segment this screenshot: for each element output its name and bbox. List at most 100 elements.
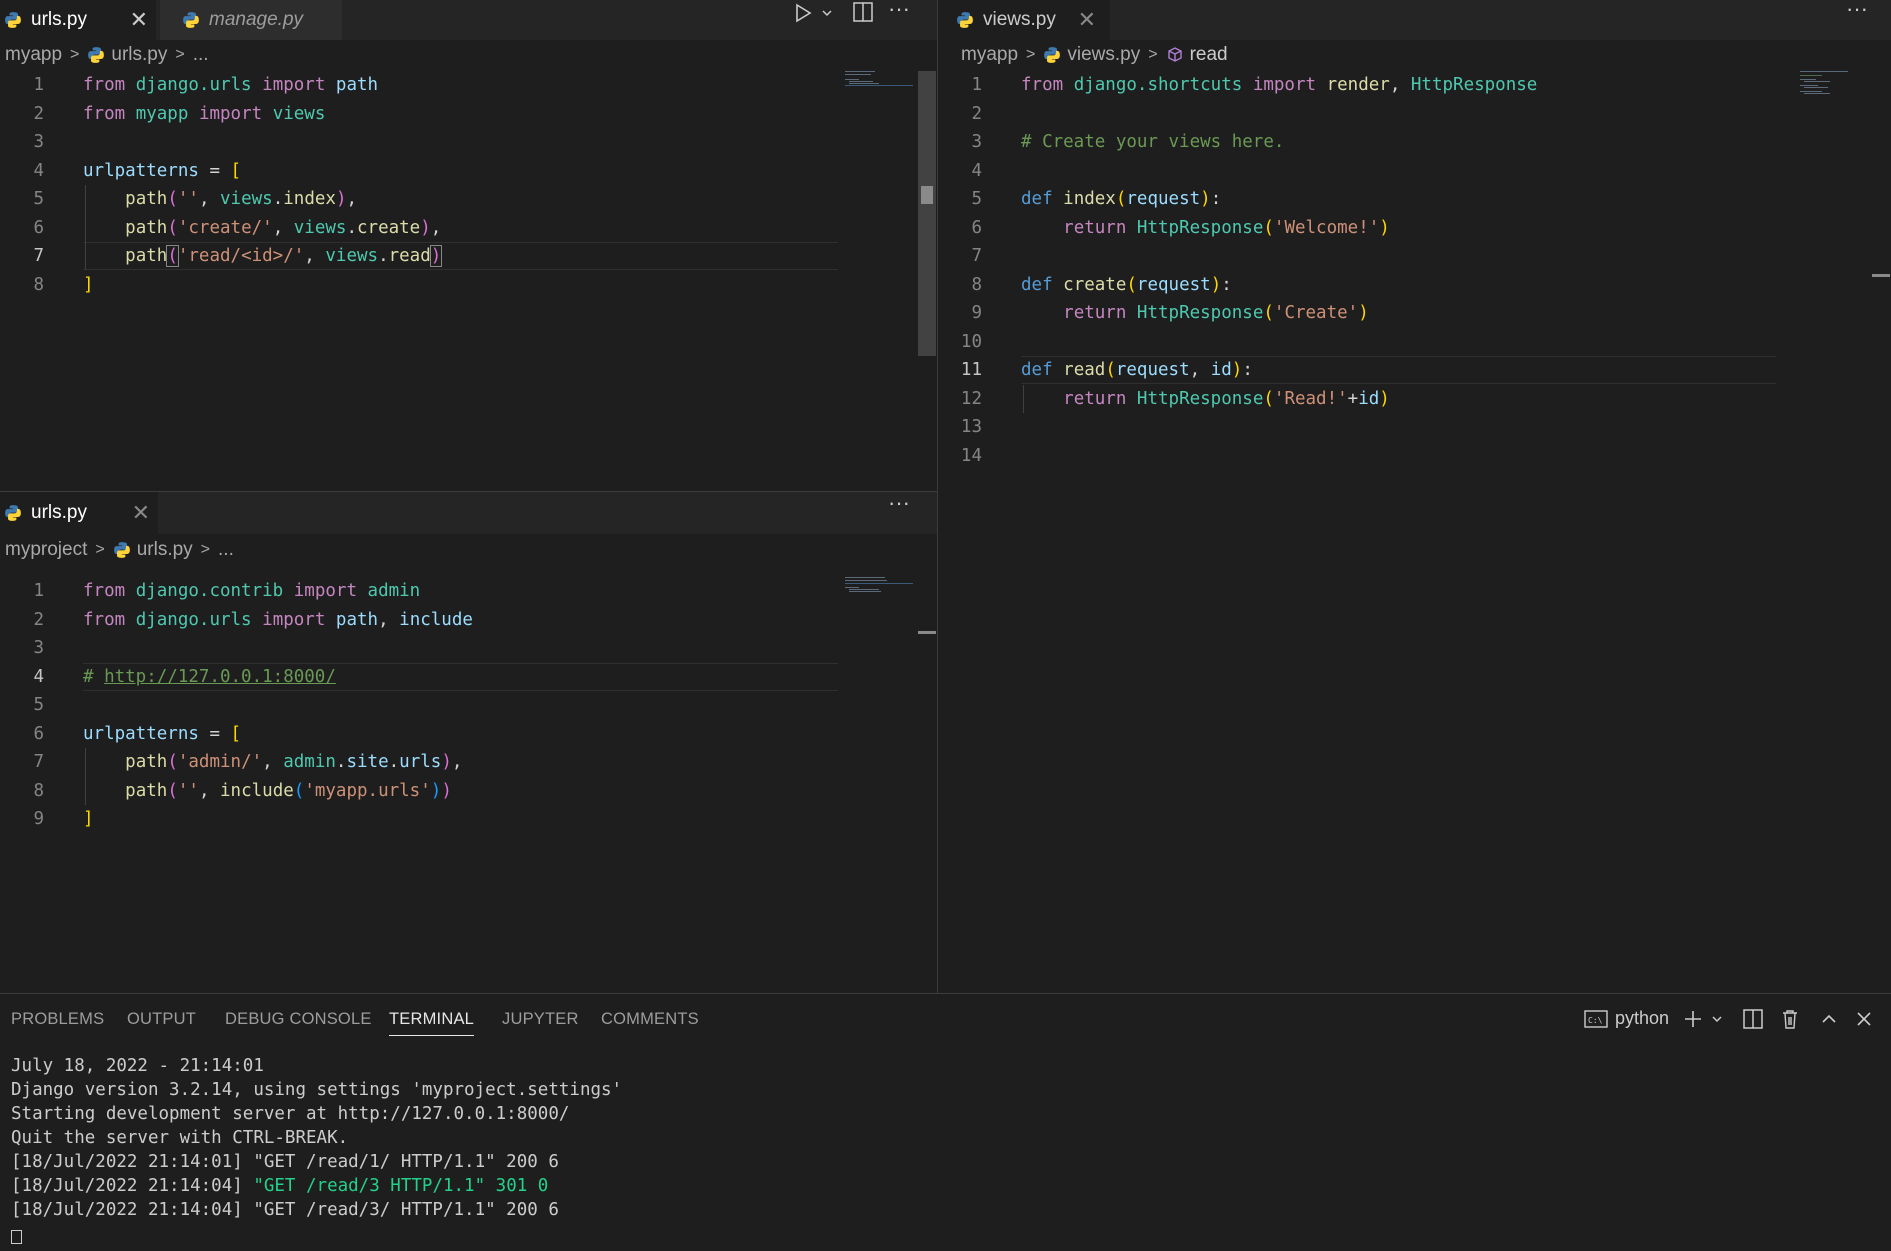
line-number: 11 xyxy=(960,360,982,380)
python-file-icon xyxy=(183,12,199,28)
close-icon[interactable]: ✕ xyxy=(1078,9,1096,31)
close-icon[interactable]: ✕ xyxy=(130,9,148,31)
breadcrumb-folder[interactable]: myapp xyxy=(5,44,62,66)
line-number: 4 xyxy=(971,160,982,181)
terminal-redirect-text: "GET /read/3 HTTP/1.1" 301 0 xyxy=(253,1176,549,1196)
line-number: 7 xyxy=(33,246,44,266)
line-number: 10 xyxy=(960,331,982,352)
breadcrumb: myapp > views.py > read xyxy=(961,40,1228,70)
scrollbar[interactable] xyxy=(918,71,936,356)
close-icon[interactable]: ✕ xyxy=(132,502,150,524)
trash-icon[interactable] xyxy=(1779,1008,1801,1030)
tab-urls-py[interactable]: urls.py ✕ xyxy=(0,492,158,534)
close-icon[interactable] xyxy=(1853,1008,1875,1030)
split-editor-icon[interactable] xyxy=(852,1,874,23)
editor-tab-bar: views.py ✕ ··· xyxy=(938,0,1891,40)
more-actions-icon[interactable]: ··· xyxy=(888,0,910,22)
terminal-output[interactable]: July 18, 2022 - 21:14:01 Django version … xyxy=(11,1054,622,1246)
tab-urls-py[interactable]: urls.py ✕ xyxy=(0,0,156,40)
code-line: from django.shortcuts import render, Htt… xyxy=(1021,75,1538,95)
editor-tab-bar: urls.py ✕ ··· xyxy=(0,492,937,534)
terminal-timestamp: [18/Jul/2022 21:14:04] xyxy=(11,1176,254,1196)
minimap[interactable] xyxy=(1800,71,1870,97)
more-actions-icon[interactable]: ··· xyxy=(888,492,910,516)
line-number: 12 xyxy=(960,388,982,409)
tab-terminal[interactable]: TERMINAL xyxy=(389,1010,475,1036)
breadcrumb: myproject > urls.py > ... xyxy=(5,535,234,565)
tab-label: urls.py xyxy=(31,9,87,30)
code-line: path('admin/', admin.site.urls), xyxy=(125,752,463,772)
tab-problems[interactable]: PROBLEMS xyxy=(11,1010,104,1029)
chevron-down-icon[interactable] xyxy=(820,6,834,20)
scrollbar-thumb-marker xyxy=(1872,274,1890,277)
line-number: 8 xyxy=(33,780,44,801)
breadcrumb-folder[interactable]: myproject xyxy=(5,539,87,561)
tab-output[interactable]: OUTPUT xyxy=(127,1010,196,1029)
tab-label: views.py xyxy=(983,9,1056,30)
breadcrumb: myapp > urls.py > ... xyxy=(5,40,209,70)
terminal-name: python xyxy=(1615,1008,1670,1028)
code-line: from django.urls import path xyxy=(83,75,379,95)
code-line: ] xyxy=(83,274,94,295)
chevron-up-icon[interactable] xyxy=(1818,1008,1840,1030)
minimap[interactable] xyxy=(845,577,915,597)
line-number: 14 xyxy=(960,445,982,466)
line-number: 2 xyxy=(33,103,44,124)
editor-bottom-left: urls.py ✕ ··· myproject > urls.py > ... … xyxy=(0,491,937,994)
breadcrumb-folder[interactable]: myapp xyxy=(961,44,1018,66)
tab-label: urls.py xyxy=(31,502,87,523)
code-line: def create(request): xyxy=(1021,274,1232,295)
code-line: def index(request): xyxy=(1021,189,1222,209)
terminal-cursor xyxy=(11,1222,622,1246)
tab-comments[interactable]: COMMENTS xyxy=(601,1010,699,1029)
code-line: # Create your views here. xyxy=(1021,132,1285,152)
terminal-line: [18/Jul/2022 21:14:01] "GET /read/1/ HTT… xyxy=(11,1152,559,1172)
line-number: 1 xyxy=(33,75,44,95)
editor-tab-bar: urls.py ✕ manage.py ··· xyxy=(0,0,937,40)
code-line: from myapp import views xyxy=(83,103,326,124)
code-editor[interactable]: 1 from django.contrib import admin 2 from … xyxy=(0,577,937,987)
line-number: 5 xyxy=(33,695,44,715)
code-editor[interactable]: 1 from django.urls import path 2 from myap… xyxy=(0,71,937,490)
terminal-line: [18/Jul/2022 21:14:04] "GET /read/3 HTTP… xyxy=(11,1174,622,1198)
tab-manage-py[interactable]: manage.py xyxy=(160,0,342,40)
chevron-right-icon: > xyxy=(175,46,185,63)
tab-debug-console[interactable]: DEBUG CONSOLE xyxy=(225,1010,372,1029)
code-line: ] xyxy=(83,809,94,829)
code-line: urlpatterns = [ xyxy=(83,160,242,181)
code-line: return HttpResponse('Read!'+id) xyxy=(1063,388,1390,409)
breadcrumb-symbol[interactable]: ... xyxy=(193,44,209,66)
breadcrumb-file[interactable]: views.py xyxy=(1067,44,1140,66)
scrollbar-thumb-marker xyxy=(918,631,936,634)
tab-jupyter[interactable]: JUPYTER xyxy=(502,1010,579,1029)
line-number: 7 xyxy=(33,752,44,772)
code-line: path('create/', views.create), xyxy=(125,217,442,238)
code-line: from django.contrib import admin xyxy=(83,581,421,601)
python-file-icon xyxy=(5,12,21,28)
more-actions-icon[interactable]: ··· xyxy=(1846,0,1868,22)
chevron-down-icon[interactable] xyxy=(1710,1012,1724,1026)
code-line: urlpatterns = [ xyxy=(83,723,242,744)
tab-views-py[interactable]: views.py ✕ xyxy=(938,0,1110,40)
play-icon[interactable] xyxy=(792,2,814,24)
breadcrumb-file[interactable]: urls.py xyxy=(137,539,193,561)
python-file-icon xyxy=(5,505,21,521)
breadcrumb-file[interactable]: urls.py xyxy=(111,44,167,66)
tab-label: manage.py xyxy=(209,9,304,30)
code-line: path('read/<id>/', views.read) xyxy=(125,245,443,267)
code-editor[interactable]: 1 from django.shortcuts import render, Ht… xyxy=(938,71,1891,971)
python-file-icon xyxy=(88,47,105,63)
code-line: path('', views.index), xyxy=(125,189,358,209)
line-number: 2 xyxy=(33,609,44,630)
line-number: 6 xyxy=(33,217,44,238)
split-terminal-icon[interactable] xyxy=(1742,1008,1764,1030)
line-number: 13 xyxy=(960,417,982,437)
plus-icon[interactable] xyxy=(1682,1008,1704,1030)
minimap[interactable] xyxy=(845,71,915,91)
chevron-right-icon: > xyxy=(1026,46,1036,63)
breadcrumb-symbol[interactable]: ... xyxy=(218,539,234,561)
breadcrumb-symbol[interactable]: read xyxy=(1190,44,1228,66)
line-number: 1 xyxy=(33,581,44,601)
terminal-selector[interactable]: C:\ python xyxy=(1584,1008,1669,1029)
line-number: 8 xyxy=(971,274,982,295)
